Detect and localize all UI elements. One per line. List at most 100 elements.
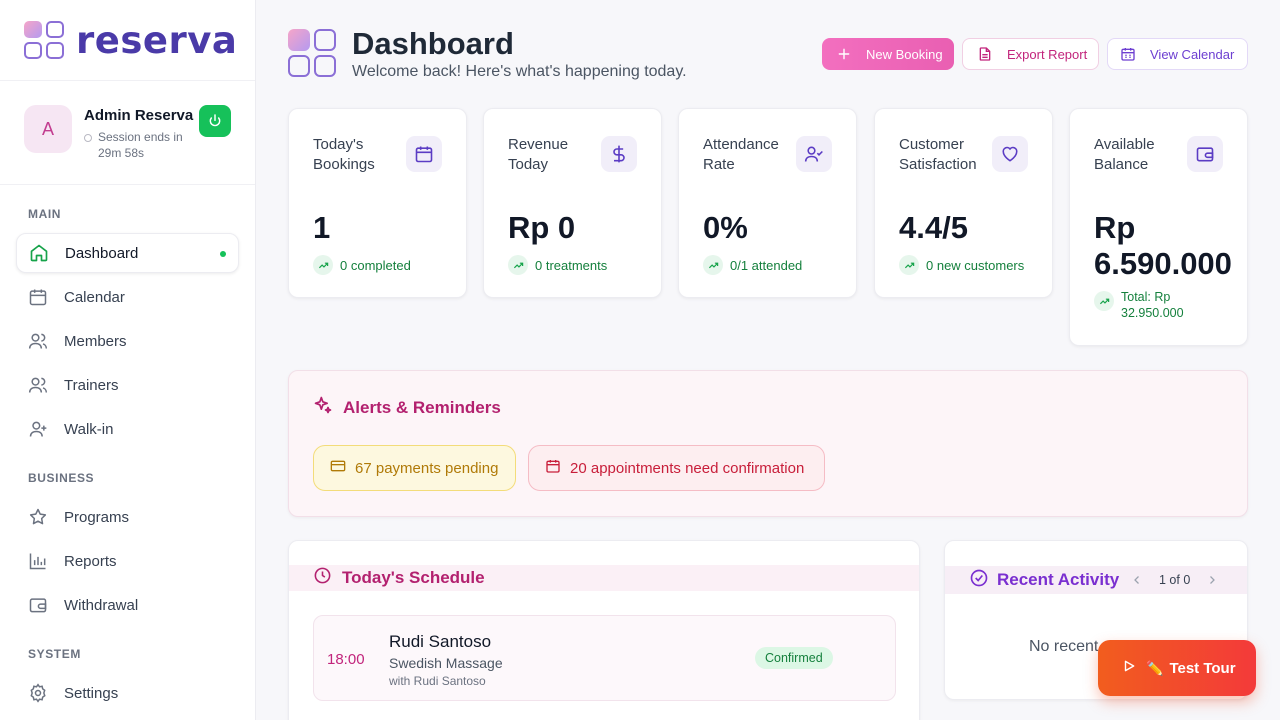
stat-card-satisfaction[interactable]: Customer Satisfaction 4.4/5 0 new custom… bbox=[874, 108, 1053, 298]
sidebar-item-settings[interactable]: Settings bbox=[16, 673, 239, 713]
sidebar-item-members[interactable]: Members bbox=[16, 321, 239, 361]
new-booking-button[interactable]: New Booking bbox=[822, 38, 954, 70]
stat-label: Revenue Today bbox=[508, 136, 569, 173]
stat-trend: 0/1 attended bbox=[703, 255, 802, 275]
session-timer: Session ends in 29m 58s bbox=[84, 129, 194, 161]
sidebar-item-withdrawal[interactable]: Withdrawal bbox=[16, 585, 239, 625]
schedule-time: 18:00 bbox=[327, 651, 365, 668]
logout-button[interactable] bbox=[199, 105, 231, 137]
sidebar-item-calendar[interactable]: Calendar bbox=[16, 277, 239, 317]
user-check-icon bbox=[796, 136, 832, 172]
nav-system: SYSTEM Settings bbox=[0, 625, 255, 713]
sidebar-item-programs[interactable]: Programs bbox=[16, 497, 239, 537]
activity-header: Recent Activity 1 of 0 bbox=[945, 566, 1247, 594]
trend-up-icon bbox=[313, 255, 333, 275]
brand-logo-icon bbox=[24, 21, 64, 59]
bar-chart-icon bbox=[28, 551, 48, 571]
dashboard-logo-icon bbox=[288, 29, 336, 77]
main-content: Dashboard Welcome back! Here's what's ha… bbox=[256, 0, 1280, 720]
avatar[interactable]: A bbox=[24, 105, 72, 153]
document-icon bbox=[977, 46, 993, 62]
power-icon bbox=[209, 114, 221, 127]
play-icon bbox=[1122, 659, 1136, 677]
todays-schedule-panel: Today's Schedule 18:00 Rudi Santoso Swed… bbox=[288, 540, 920, 720]
sidebar-item-label: Withdrawal bbox=[64, 596, 139, 614]
service-name: Swedish Massage bbox=[389, 655, 503, 671]
sidebar-item-dashboard[interactable]: Dashboard bbox=[16, 233, 239, 273]
stat-trend: 0 completed bbox=[313, 255, 411, 275]
schedule-item[interactable]: 18:00 Rudi Santoso Swedish Massage with … bbox=[313, 615, 896, 701]
stat-card-attendance[interactable]: Attendance Rate 0% 0/1 attended bbox=[678, 108, 857, 298]
stat-value: 1 bbox=[313, 210, 331, 245]
stat-trend: Total: Rp 32.950.000 bbox=[1094, 289, 1201, 321]
activity-pager: 1 of 0 bbox=[1127, 570, 1222, 590]
stat-card-bookings[interactable]: Today's Bookings 1 0 completed bbox=[288, 108, 467, 298]
dollar-icon bbox=[601, 136, 637, 172]
trend-up-icon bbox=[1094, 291, 1114, 311]
customer-name: Rudi Santoso bbox=[389, 632, 492, 651]
nav-business: BUSINESS Programs Reports Withdrawal bbox=[0, 449, 255, 625]
calendar-icon bbox=[406, 136, 442, 172]
sidebar-item-label: Trainers bbox=[64, 376, 119, 394]
stat-label: Available Balance bbox=[1094, 136, 1155, 173]
nav-heading-business: BUSINESS bbox=[28, 471, 95, 485]
brand[interactable]: reserva bbox=[0, 0, 255, 81]
sparkles-icon bbox=[313, 395, 333, 420]
trend-up-icon bbox=[899, 255, 919, 275]
stat-card-balance[interactable]: Available Balance Rp 6.590.000 Total: Rp… bbox=[1069, 108, 1248, 346]
trainer-name: with Rudi Santoso bbox=[389, 674, 486, 688]
page-subtitle: Welcome back! Here's what's happening to… bbox=[352, 63, 687, 80]
prev-page-button[interactable] bbox=[1127, 570, 1147, 590]
test-tour-button[interactable]: ✏️ Test Tour bbox=[1098, 640, 1256, 696]
sidebar-item-trainers[interactable]: Trainers bbox=[16, 365, 239, 405]
users-icon bbox=[28, 375, 48, 395]
users-icon bbox=[28, 331, 48, 351]
stat-value: 4.4/5 bbox=[899, 210, 968, 245]
calendar-icon bbox=[1120, 46, 1136, 62]
payments-pending-alert[interactable]: 67 payments pending bbox=[313, 445, 516, 491]
page-title: Dashboard bbox=[352, 26, 514, 61]
wallet-icon bbox=[28, 595, 48, 615]
sidebar-item-label: Programs bbox=[64, 508, 130, 526]
sidebar-item-reports[interactable]: Reports bbox=[16, 541, 239, 581]
chevron-right-icon bbox=[1210, 576, 1216, 584]
export-report-button[interactable]: Export Report bbox=[962, 38, 1099, 70]
sidebar-item-label: Settings bbox=[64, 684, 119, 702]
status-badge: Confirmed bbox=[755, 647, 833, 669]
stat-label: Today's Bookings bbox=[313, 136, 375, 173]
wallet-icon bbox=[1187, 136, 1223, 172]
view-calendar-button[interactable]: View Calendar bbox=[1107, 38, 1248, 70]
sidebar-item-walk-in[interactable]: Walk-in bbox=[16, 409, 239, 449]
chevron-left-icon bbox=[1134, 576, 1139, 584]
home-icon bbox=[29, 243, 49, 263]
stat-value: Rp 0 bbox=[508, 210, 576, 245]
alerts-title: Alerts & Reminders bbox=[313, 395, 501, 420]
trend-up-icon bbox=[703, 255, 723, 275]
activity-empty-state: No recent bbox=[1029, 638, 1099, 655]
alerts-panel: Alerts & Reminders 67 payments pending 2… bbox=[288, 370, 1248, 517]
stat-value: 0% bbox=[703, 210, 748, 245]
star-icon bbox=[28, 507, 48, 527]
next-page-button[interactable] bbox=[1202, 570, 1222, 590]
stat-value: Rp 6.590.000 bbox=[1094, 210, 1232, 281]
sidebar-item-label: Members bbox=[64, 332, 127, 350]
clock-icon bbox=[313, 566, 332, 590]
calendar-icon bbox=[545, 458, 561, 478]
active-indicator bbox=[220, 251, 226, 257]
user-name: Admin Reserva bbox=[84, 107, 194, 124]
check-circle-icon bbox=[969, 568, 989, 593]
nav-main: MAIN Dashboard Calendar Members Trainers… bbox=[0, 185, 255, 449]
gear-icon bbox=[28, 683, 48, 703]
activity-title: Recent Activity bbox=[997, 570, 1120, 589]
stat-card-revenue[interactable]: Revenue Today Rp 0 0 treatments bbox=[483, 108, 662, 298]
calendar-icon bbox=[28, 287, 48, 307]
sidebar-item-label: Reports bbox=[64, 552, 117, 570]
sidebar-item-label: Calendar bbox=[64, 288, 125, 306]
appointments-confirmation-alert[interactable]: 20 appointments need confirmation bbox=[528, 445, 825, 491]
stat-label: Attendance Rate bbox=[703, 136, 779, 173]
brand-name: reserva bbox=[76, 18, 238, 62]
user-plus-icon bbox=[28, 419, 48, 439]
trend-up-icon bbox=[508, 255, 528, 275]
pencil-icon: ✏️ bbox=[1146, 659, 1164, 676]
stat-trend: 0 new customers bbox=[899, 255, 1024, 275]
